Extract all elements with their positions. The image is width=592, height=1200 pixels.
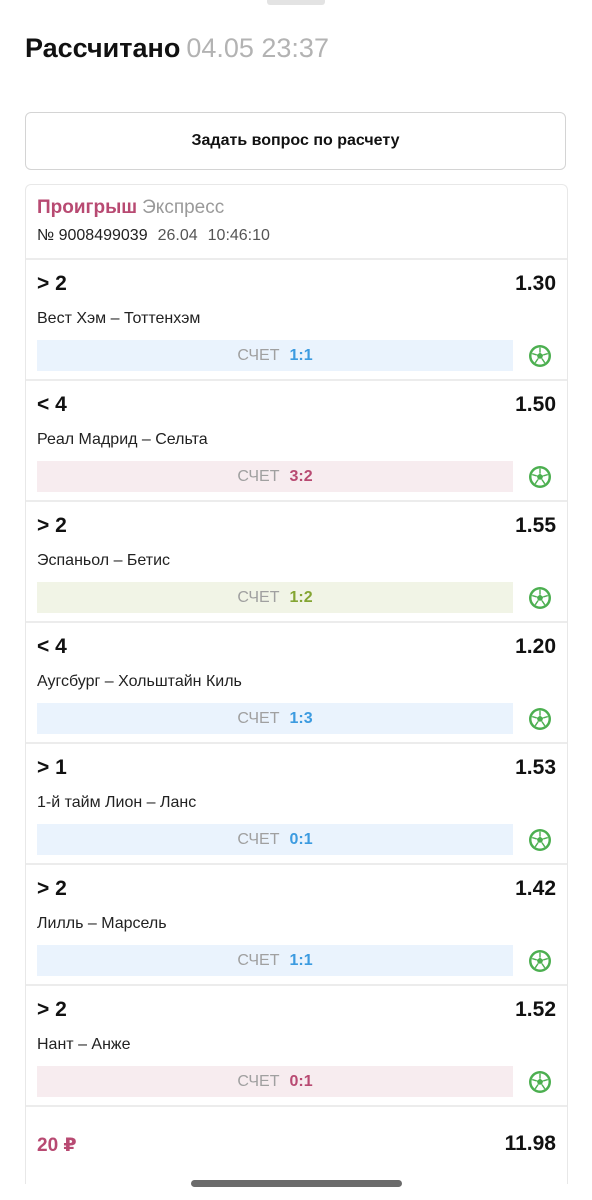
match-name: 1-й тайм Лион – Ланс [37,794,197,811]
score-value: 0:1 [289,830,313,848]
score-value: 1:1 [289,346,313,364]
score-value: 1:2 [289,588,313,606]
ticket-footer: 20 ₽ 11.98 [26,1122,567,1172]
score-bar: СЧЕТ 0:1 [37,1066,513,1097]
bet-condition: > 1 [37,756,67,779]
result-badge: Проигрыш [37,197,138,218]
bet-condition: < 4 [37,393,67,416]
bet-condition: > 2 [37,514,67,537]
match-name: Вест Хэм – Тоттенхэм [37,310,201,327]
bet-row[interactable]: > 2 1.52 Нант – Анже СЧЕТ 0:1 [26,986,567,1107]
soccer-ball-icon [528,1070,552,1094]
match-name: Нант – Анже [37,1036,131,1053]
score-label: СЧЕТ [237,951,280,969]
score-bar: СЧЕТ 1:1 [37,340,513,371]
bet-odds: 1.53 [515,756,556,779]
bet-odds: 1.50 [515,393,556,416]
soccer-ball-icon [528,465,552,489]
ticket-time: 10:46:10 [207,227,270,244]
match-name: Аугсбург – Хольштайн Киль [37,673,242,690]
bet-odds: 1.30 [515,272,556,295]
score-label: СЧЕТ [237,588,280,606]
score-label: СЧЕТ [237,709,280,727]
sheet-drag-handle[interactable] [267,0,325,5]
score-value: 0:1 [289,1072,313,1090]
score-value: 1:3 [289,709,313,727]
bet-ticket-card: Проигрыш Экспресс № 9008499039 26.04 10:46:… [25,184,568,1184]
ticket-number: № 9008499039 [37,227,148,244]
bet-odds: 1.52 [515,998,556,1021]
match-name: Реал Мадрид – Сельта [37,431,208,448]
ticket-date: 26.04 [157,227,198,244]
bet-row[interactable]: > 2 1.42 Лилль – Марсель СЧЕТ 1:1 [26,865,567,986]
soccer-ball-icon [528,828,552,852]
page-header: Рассчитано 04.05 23:37 [25,33,329,64]
stake-amount: 20 ₽ [37,1135,77,1156]
bet-condition: > 2 [37,877,67,900]
bet-odds: 1.42 [515,877,556,900]
settled-datetime: 04.05 23:37 [186,33,329,63]
soccer-ball-icon [528,949,552,973]
match-name: Лилль – Марсель [37,915,167,932]
score-value: 3:2 [289,467,313,485]
score-bar: СЧЕТ 0:1 [37,824,513,855]
match-name: Эспаньол – Бетис [37,552,171,569]
bet-row[interactable]: > 2 1.30 Вест Хэм – Тоттенхэм СЧЕТ 1:1 [26,260,567,381]
score-bar: СЧЕТ 1:2 [37,582,513,613]
soccer-ball-icon [528,707,552,731]
bet-row[interactable]: > 2 1.55 Эспаньол – Бетис СЧЕТ 1:2 [26,502,567,623]
bet-condition: > 2 [37,272,67,295]
bet-row[interactable]: < 4 1.50 Реал Мадрид – Сельта СЧЕТ 3:2 [26,381,567,502]
soccer-ball-icon [528,586,552,610]
score-label: СЧЕТ [237,467,280,485]
bet-list: > 2 1.30 Вест Хэм – Тоттенхэм СЧЕТ 1:1 < 4 1.5… [26,260,567,1107]
score-bar: СЧЕТ 1:3 [37,703,513,734]
bet-odds: 1.55 [515,514,556,537]
score-label: СЧЕТ [237,346,280,364]
bet-condition: < 4 [37,635,67,658]
score-label: СЧЕТ [237,830,280,848]
bet-type: Экспресс [142,197,225,218]
soccer-ball-icon [528,344,552,368]
bet-row[interactable]: < 4 1.20 Аугсбург – Хольштайн Киль СЧЕТ 1:3 [26,623,567,744]
bet-row[interactable]: > 1 1.53 1-й тайм Лион – Ланс СЧЕТ 0:1 [26,744,567,865]
ticket-header: Проигрыш Экспресс № 9008499039 26.04 10:46:… [26,185,567,260]
page-title: Рассчитано [25,33,181,63]
bet-odds: 1.20 [515,635,556,658]
ask-question-button[interactable]: Задать вопрос по расчету [25,112,566,170]
score-value: 1:1 [289,951,313,969]
score-bar: СЧЕТ 3:2 [37,461,513,492]
score-bar: СЧЕТ 1:1 [37,945,513,976]
home-indicator[interactable] [191,1180,402,1187]
score-label: СЧЕТ [237,1072,280,1090]
total-odds: 11.98 [504,1132,556,1155]
bet-condition: > 2 [37,998,67,1021]
